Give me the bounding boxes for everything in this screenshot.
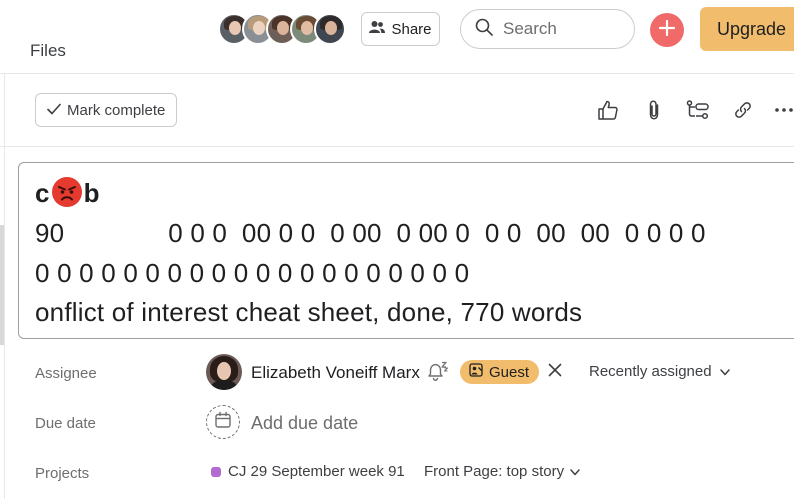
task-title-editor[interactable]: c b 90 0 0 0 00 0 0 0 00 0 00 0 0 0 00 0… <box>18 162 794 339</box>
avatar[interactable] <box>314 13 346 45</box>
recently-assigned-label: Recently assigned <box>589 363 712 380</box>
create-button[interactable] <box>650 13 684 47</box>
more-icon[interactable] <box>772 98 794 122</box>
guest-label: Guest <box>489 363 530 381</box>
paperclip-icon[interactable] <box>642 98 666 122</box>
project-section-dropdown[interactable]: Front Page: top story <box>424 463 580 480</box>
guest-icon <box>469 363 483 381</box>
avatar[interactable] <box>206 354 242 390</box>
search-box[interactable] <box>460 9 635 49</box>
share-label: Share <box>391 20 432 38</box>
thumbs-up-icon[interactable] <box>596 98 620 122</box>
angry-face-icon <box>51 177 82 207</box>
plus-icon <box>658 19 676 41</box>
files-tab[interactable]: Files <box>30 41 66 61</box>
search-input[interactable] <box>503 19 623 39</box>
close-icon <box>547 363 563 382</box>
link-icon[interactable] <box>731 98 755 122</box>
project-color-dot <box>211 467 221 477</box>
due-date-label: Due date <box>35 415 96 432</box>
assignee-name[interactable]: Elizabeth Voneiff Marx <box>251 363 420 383</box>
chevron-down-icon <box>719 363 730 380</box>
calendar-icon <box>214 411 232 434</box>
assignee-label: Assignee <box>35 365 97 382</box>
title-text: b <box>83 178 100 208</box>
projects-label: Projects <box>35 465 90 482</box>
top-bar: Files Share Search Upgrade <box>0 0 794 74</box>
chevron-down-icon <box>570 463 580 480</box>
title-line-3: 0 0 0 0 0 0 0 0 0 0 0 0 0 0 0 0 0 0 0 0 <box>35 258 470 288</box>
title-line-4: onflict of interest cheat sheet, done, 7… <box>35 297 583 327</box>
mark-complete-button[interactable]: Mark complete <box>35 93 177 127</box>
task-toolbar: Mark complete <box>0 74 794 147</box>
subtask-icon[interactable] <box>686 98 710 122</box>
collaborator-avatars[interactable] <box>218 13 346 45</box>
title-line-1: c b <box>35 177 100 209</box>
notification-snooze-icon[interactable] <box>426 361 450 388</box>
project-name[interactable]: CJ 29 September week 91 <box>228 463 405 480</box>
title-line-2: 90 0 0 0 00 0 0 0 00 0 00 0 0 0 00 00 0 … <box>35 218 706 248</box>
upgrade-button[interactable]: Upgrade <box>700 7 794 51</box>
scroll-indicator <box>0 225 4 345</box>
add-due-date[interactable]: Add due date <box>251 413 358 434</box>
share-button[interactable]: Share <box>361 12 440 46</box>
search-icon <box>475 18 493 41</box>
title-text: c <box>35 178 50 208</box>
mark-complete-label: Mark complete <box>67 101 166 119</box>
check-icon <box>47 102 61 119</box>
people-icon <box>369 20 386 38</box>
project-section-label: Front Page: top story <box>424 463 565 480</box>
remove-assignee-button[interactable] <box>547 362 563 383</box>
due-date-button[interactable] <box>206 405 240 439</box>
guest-badge: Guest <box>460 360 539 384</box>
recently-assigned-dropdown[interactable]: Recently assigned <box>589 363 730 380</box>
